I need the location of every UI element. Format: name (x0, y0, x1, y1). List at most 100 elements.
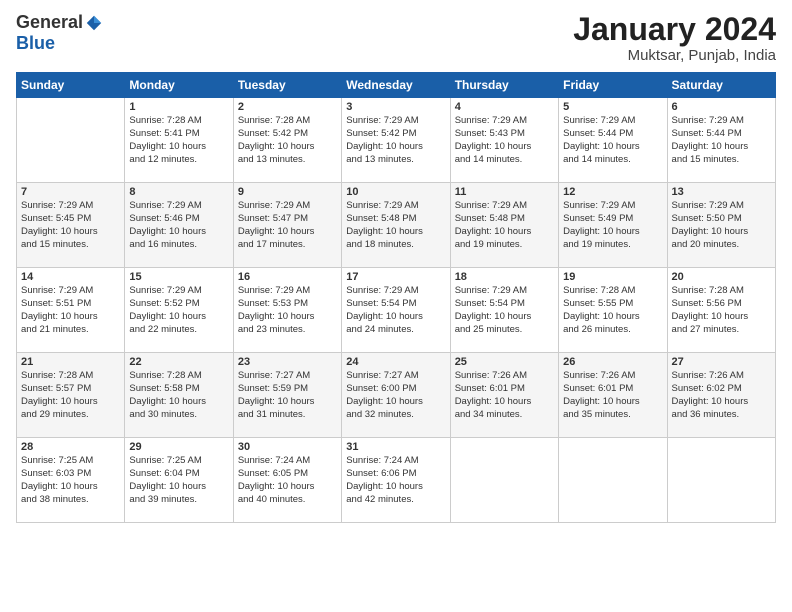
day-number: 10 (346, 186, 445, 198)
calendar-cell: 18 Sunrise: 7:29 AM Sunset: 5:54 PM Dayli… (450, 268, 558, 353)
day-info: Sunrise: 7:27 AM Sunset: 5:59 PM Dayligh… (238, 370, 337, 421)
calendar-table: SundayMondayTuesdayWednesdayThursdayFrid… (16, 72, 776, 523)
day-info: Sunrise: 7:29 AM Sunset: 5:52 PM Dayligh… (129, 285, 228, 336)
day-info: Sunrise: 7:29 AM Sunset: 5:51 PM Dayligh… (21, 285, 120, 336)
weekday-header-saturday: Saturday (667, 73, 775, 98)
day-info: Sunrise: 7:29 AM Sunset: 5:54 PM Dayligh… (346, 285, 445, 336)
day-info: Sunrise: 7:29 AM Sunset: 5:48 PM Dayligh… (346, 200, 445, 251)
day-number: 4 (455, 101, 554, 113)
weekday-header-monday: Monday (125, 73, 233, 98)
calendar-cell: 17 Sunrise: 7:29 AM Sunset: 5:54 PM Dayli… (342, 268, 450, 353)
calendar-cell: 31Sunrise: 7:24 AM Sunset: 6:06 PM Dayli… (342, 438, 450, 523)
day-number: 13 (672, 186, 771, 198)
calendar-cell: 27Sunrise: 7:26 AM Sunset: 6:02 PM Dayli… (667, 353, 775, 438)
calendar-cell: 14 Sunrise: 7:29 AM Sunset: 5:51 PM Dayli… (17, 268, 125, 353)
day-number: 11 (455, 186, 554, 198)
day-info: Sunrise: 7:26 AM Sunset: 6:01 PM Dayligh… (563, 370, 662, 421)
logo: General Blue (16, 12, 103, 54)
day-info: Sunrise: 7:28 AM Sunset: 5:58 PM Dayligh… (129, 370, 228, 421)
calendar-cell: 7 Sunrise: 7:29 AM Sunset: 5:45 PM Daylig… (17, 183, 125, 268)
weekday-header-tuesday: Tuesday (233, 73, 341, 98)
calendar-cell: 4 Sunrise: 7:29 AM Sunset: 5:43 PM Daylig… (450, 98, 558, 183)
page: General Blue January 2024 Muktsar, Punja… (0, 0, 792, 612)
calendar-cell: 13 Sunrise: 7:29 AM Sunset: 5:50 PM Dayli… (667, 183, 775, 268)
day-number: 28 (21, 441, 120, 453)
day-info: Sunrise: 7:28 AM Sunset: 5:41 PM Dayligh… (129, 115, 228, 166)
day-number: 15 (129, 271, 228, 283)
calendar-cell: 6Sunrise: 7:29 AM Sunset: 5:44 PM Daylig… (667, 98, 775, 183)
calendar-cell: 25 Sunrise: 7:26 AM Sunset: 6:01 PM Dayli… (450, 353, 558, 438)
header: General Blue January 2024 Muktsar, Punja… (16, 12, 776, 64)
day-info: Sunrise: 7:28 AM Sunset: 5:56 PM Dayligh… (672, 285, 771, 336)
day-info: Sunrise: 7:29 AM Sunset: 5:54 PM Dayligh… (455, 285, 554, 336)
day-number: 2 (238, 101, 337, 113)
calendar-cell: 21Sunrise: 7:28 AM Sunset: 5:57 PM Dayli… (17, 353, 125, 438)
day-info: Sunrise: 7:26 AM Sunset: 6:02 PM Dayligh… (672, 370, 771, 421)
calendar-cell: 12 Sunrise: 7:29 AM Sunset: 5:49 PM Dayli… (559, 183, 667, 268)
calendar-cell: 15 Sunrise: 7:29 AM Sunset: 5:52 PM Dayli… (125, 268, 233, 353)
calendar-cell: 11 Sunrise: 7:29 AM Sunset: 5:48 PM Dayli… (450, 183, 558, 268)
day-number: 6 (672, 101, 771, 113)
calendar-cell: 28Sunrise: 7:25 AM Sunset: 6:03 PM Dayli… (17, 438, 125, 523)
day-info: Sunrise: 7:29 AM Sunset: 5:43 PM Dayligh… (455, 115, 554, 166)
day-number: 18 (455, 271, 554, 283)
day-info: Sunrise: 7:29 AM Sunset: 5:48 PM Dayligh… (455, 200, 554, 251)
calendar-cell: 23 Sunrise: 7:27 AM Sunset: 5:59 PM Dayli… (233, 353, 341, 438)
day-info: Sunrise: 7:29 AM Sunset: 5:49 PM Dayligh… (563, 200, 662, 251)
calendar-cell (17, 98, 125, 183)
day-info: Sunrise: 7:29 AM Sunset: 5:53 PM Dayligh… (238, 285, 337, 336)
day-number: 23 (238, 356, 337, 368)
calendar-cell: 1 Sunrise: 7:28 AM Sunset: 5:41 PM Daylig… (125, 98, 233, 183)
calendar-cell (559, 438, 667, 523)
logo-icon (85, 14, 103, 32)
day-info: Sunrise: 7:24 AM Sunset: 6:05 PM Dayligh… (238, 455, 337, 506)
day-number: 21 (21, 356, 120, 368)
day-number: 31 (346, 441, 445, 453)
day-info: Sunrise: 7:28 AM Sunset: 5:55 PM Dayligh… (563, 285, 662, 336)
day-number: 12 (563, 186, 662, 198)
logo-blue-text: Blue (16, 33, 55, 54)
day-number: 16 (238, 271, 337, 283)
day-info: Sunrise: 7:29 AM Sunset: 5:45 PM Dayligh… (21, 200, 120, 251)
calendar-week-2: 7 Sunrise: 7:29 AM Sunset: 5:45 PM Daylig… (17, 183, 776, 268)
day-info: Sunrise: 7:29 AM Sunset: 5:50 PM Dayligh… (672, 200, 771, 251)
day-number: 7 (21, 186, 120, 198)
calendar-cell: 29Sunrise: 7:25 AM Sunset: 6:04 PM Dayli… (125, 438, 233, 523)
day-number: 14 (21, 271, 120, 283)
day-info: Sunrise: 7:29 AM Sunset: 5:42 PM Dayligh… (346, 115, 445, 166)
day-number: 20 (672, 271, 771, 283)
calendar-cell: 30 Sunrise: 7:24 AM Sunset: 6:05 PM Dayli… (233, 438, 341, 523)
day-number: 30 (238, 441, 337, 453)
calendar-week-4: 21Sunrise: 7:28 AM Sunset: 5:57 PM Dayli… (17, 353, 776, 438)
calendar-cell: 16 Sunrise: 7:29 AM Sunset: 5:53 PM Dayli… (233, 268, 341, 353)
weekday-header-friday: Friday (559, 73, 667, 98)
day-info: Sunrise: 7:25 AM Sunset: 6:04 PM Dayligh… (129, 455, 228, 506)
day-number: 26 (563, 356, 662, 368)
day-number: 8 (129, 186, 228, 198)
calendar-cell: 8 Sunrise: 7:29 AM Sunset: 5:46 PM Daylig… (125, 183, 233, 268)
calendar-cell: 24Sunrise: 7:27 AM Sunset: 6:00 PM Dayli… (342, 353, 450, 438)
day-number: 9 (238, 186, 337, 198)
weekday-header-sunday: Sunday (17, 73, 125, 98)
day-number: 17 (346, 271, 445, 283)
day-info: Sunrise: 7:28 AM Sunset: 5:42 PM Dayligh… (238, 115, 337, 166)
location-subtitle: Muktsar, Punjab, India (573, 47, 776, 64)
calendar-week-5: 28Sunrise: 7:25 AM Sunset: 6:03 PM Dayli… (17, 438, 776, 523)
day-info: Sunrise: 7:26 AM Sunset: 6:01 PM Dayligh… (455, 370, 554, 421)
day-number: 19 (563, 271, 662, 283)
title-block: January 2024 Muktsar, Punjab, India (573, 12, 776, 64)
calendar-cell: 20 Sunrise: 7:28 AM Sunset: 5:56 PM Dayli… (667, 268, 775, 353)
calendar-cell: 10 Sunrise: 7:29 AM Sunset: 5:48 PM Dayli… (342, 183, 450, 268)
day-number: 22 (129, 356, 228, 368)
day-info: Sunrise: 7:29 AM Sunset: 5:47 PM Dayligh… (238, 200, 337, 251)
day-number: 25 (455, 356, 554, 368)
calendar-week-1: 1 Sunrise: 7:28 AM Sunset: 5:41 PM Daylig… (17, 98, 776, 183)
calendar-cell: 26 Sunrise: 7:26 AM Sunset: 6:01 PM Dayli… (559, 353, 667, 438)
calendar-cell: 3Sunrise: 7:29 AM Sunset: 5:42 PM Daylig… (342, 98, 450, 183)
day-info: Sunrise: 7:29 AM Sunset: 5:46 PM Dayligh… (129, 200, 228, 251)
day-number: 1 (129, 101, 228, 113)
logo-general-text: General (16, 12, 83, 33)
day-number: 24 (346, 356, 445, 368)
weekday-header-wednesday: Wednesday (342, 73, 450, 98)
calendar-cell: 22 Sunrise: 7:28 AM Sunset: 5:58 PM Dayli… (125, 353, 233, 438)
